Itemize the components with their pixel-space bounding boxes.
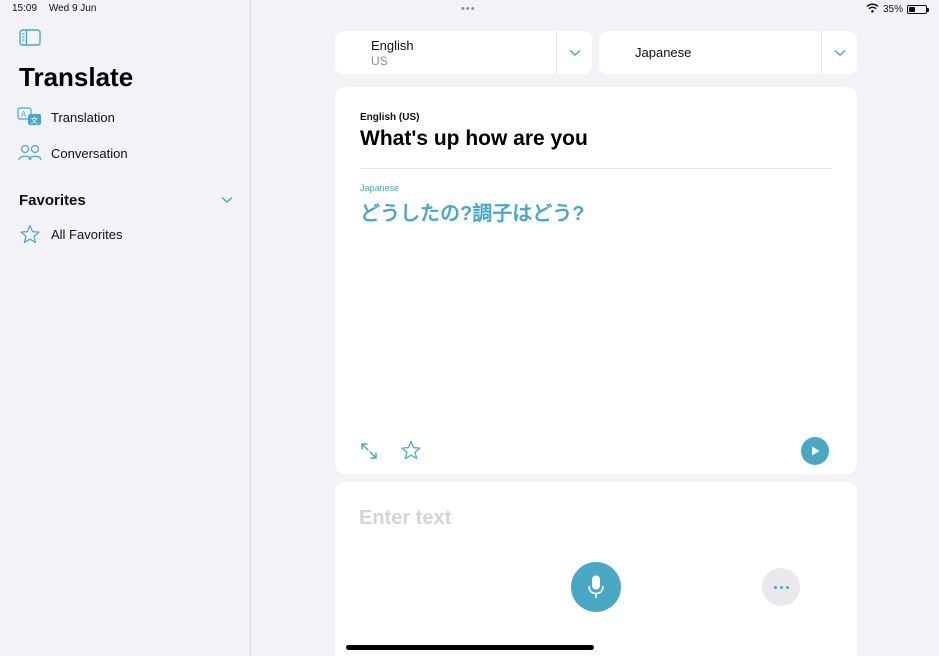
sidebar: 15:09 Wed 9 Jun Translate A 文 Translatio…	[0, 0, 251, 656]
sidebar-item-label: Conversation	[51, 145, 128, 161]
sidebar-item-conversation[interactable]: Conversation	[17, 143, 128, 163]
translated-text[interactable]: どうしたの?調子はどう?	[360, 197, 584, 226]
status-time-date: 15:09 Wed 9 Jun	[12, 3, 105, 14]
microphone-icon	[588, 575, 604, 598]
target-language-selector[interactable]: Japanese	[599, 31, 857, 74]
play-button[interactable]	[801, 437, 829, 465]
sidebar-item-label: All Favorites	[51, 226, 123, 242]
sidebar-item-all-favorites[interactable]: All Favorites	[17, 224, 123, 244]
status-time: 15:09	[12, 3, 38, 14]
target-language-name: Japanese	[635, 45, 692, 60]
source-language-region: US	[371, 53, 388, 68]
chevron-down-icon[interactable]	[221, 191, 233, 209]
favorites-header[interactable]: Favorites	[19, 191, 233, 209]
home-indicator	[346, 645, 594, 650]
battery-icon	[907, 5, 929, 14]
star-icon	[17, 224, 43, 244]
target-language-label: Japanese	[360, 183, 400, 193]
chevron-down-icon[interactable]	[556, 31, 592, 74]
svg-text:文: 文	[31, 115, 39, 125]
wifi-icon	[866, 3, 879, 16]
sidebar-item-label: Translation	[51, 109, 115, 125]
enter-text-input[interactable]	[359, 507, 829, 530]
svg-text:A: A	[21, 110, 27, 119]
translation-icon: A 文	[17, 107, 43, 127]
people-icon	[17, 143, 43, 163]
source-language-text: English US	[335, 31, 556, 74]
source-language-selector[interactable]: English US	[335, 31, 592, 74]
app-title: Translate	[19, 62, 134, 92]
play-icon	[812, 446, 820, 456]
status-date: Wed 9 Jun	[48, 3, 97, 14]
source-text[interactable]: What's up how are you	[360, 127, 588, 151]
chevron-down-icon[interactable]	[821, 31, 857, 74]
source-language-label: English (US)	[360, 112, 420, 123]
target-language-text: Japanese	[599, 31, 821, 74]
status-right: 35%	[866, 3, 929, 16]
source-language-name: English	[371, 37, 414, 53]
translation-result-card: English (US) What's up how are you Japan…	[335, 87, 857, 474]
text-input-card	[335, 482, 857, 656]
star-icon[interactable]	[400, 440, 422, 461]
battery-percent: 35%	[882, 4, 903, 15]
sidebar-toggle-icon[interactable]	[19, 29, 41, 47]
microphone-button[interactable]	[571, 562, 621, 612]
divider	[360, 168, 832, 169]
multitasking-icon[interactable]: •••	[461, 3, 476, 15]
favorites-title: Favorites	[19, 191, 86, 209]
expand-icon[interactable]	[359, 441, 379, 461]
sidebar-item-translation[interactable]: A 文 Translation	[17, 107, 115, 127]
translate-app: 15:09 Wed 9 Jun Translate A 文 Translatio…	[0, 0, 939, 656]
more-options-button[interactable]	[762, 568, 800, 606]
